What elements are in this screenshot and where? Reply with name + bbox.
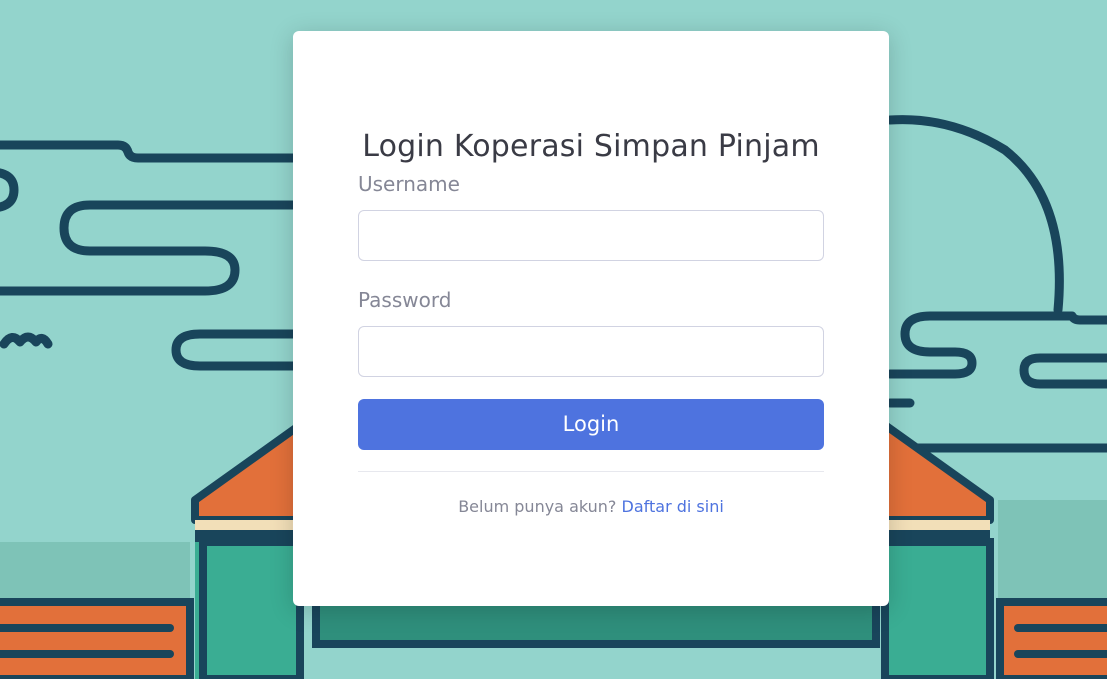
username-input[interactable] xyxy=(358,210,824,261)
login-card: Login Koperasi Simpan Pinjam Username Pa… xyxy=(293,31,889,606)
login-button[interactable]: Login xyxy=(358,399,824,450)
register-prompt: Belum punya akun? Daftar di sini xyxy=(293,495,889,519)
center-building xyxy=(312,596,880,648)
register-prompt-text: Belum punya akun? xyxy=(458,497,617,516)
password-label: Password xyxy=(358,288,452,312)
register-link[interactable]: Daftar di sini xyxy=(622,497,724,516)
password-input[interactable] xyxy=(358,326,824,377)
username-label: Username xyxy=(358,172,460,196)
page-title: Login Koperasi Simpan Pinjam xyxy=(362,129,820,164)
divider xyxy=(358,471,824,472)
